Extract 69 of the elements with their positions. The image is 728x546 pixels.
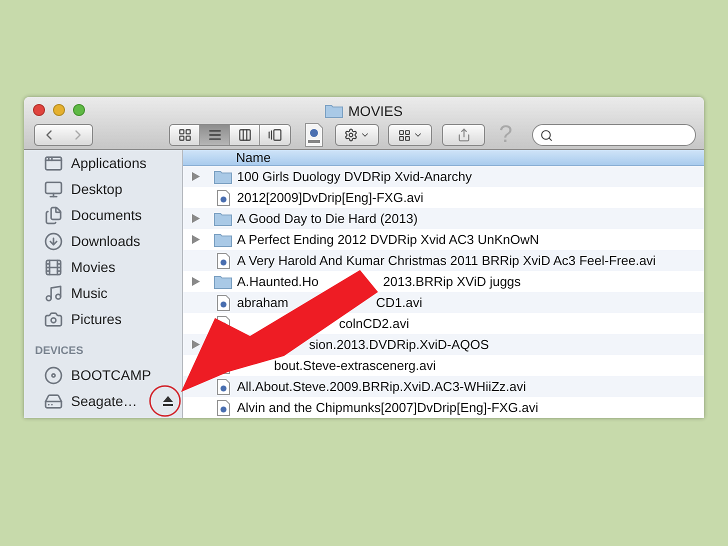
video-file-icon <box>216 294 230 310</box>
file-name[interactable]: bout.Steve-extrascenerg.avi <box>274 356 436 376</box>
jpeg-file-icon[interactable] <box>305 123 323 147</box>
window-title: MOVIES <box>348 102 403 120</box>
folder-icon <box>214 232 232 246</box>
sidebar-item[interactable]: Music <box>71 282 108 304</box>
disk-icon <box>44 366 63 384</box>
view-mode-button[interactable] <box>170 125 200 145</box>
arrange-menu-button[interactable] <box>388 124 432 146</box>
close-button[interactable] <box>33 104 45 116</box>
monitor-icon <box>44 180 63 198</box>
search-icon <box>540 128 554 142</box>
share-button[interactable] <box>442 124 485 146</box>
file-name[interactable]: Alvin and the Chipmunks[2007]DvDrip[Eng]-FXG.avi <box>237 398 538 418</box>
sidebar-item[interactable]: Downloads <box>71 230 140 252</box>
eject-icon[interactable] <box>162 395 174 407</box>
view-mode-button[interactable] <box>200 125 230 145</box>
minimize-button[interactable] <box>53 104 65 116</box>
back-forward-control[interactable] <box>34 124 93 146</box>
file-name[interactable]: A.Haunted.Ho <box>237 272 319 292</box>
disclosure-triangle-icon[interactable] <box>192 214 200 223</box>
file-name[interactable]: CD1.avi <box>376 292 422 312</box>
file-name[interactable]: abraham <box>237 292 288 312</box>
columns-icon <box>238 128 252 142</box>
download-icon <box>44 232 63 250</box>
sidebar-item[interactable]: Pictures <box>71 308 122 330</box>
file-name[interactable]: colnCD2.avi <box>339 314 410 334</box>
grid-icon <box>398 128 410 142</box>
video-file-icon <box>216 190 230 206</box>
view-mode-button[interactable] <box>230 125 260 145</box>
sidebar-item[interactable]: BOOTCAMP <box>71 364 152 386</box>
camera-icon <box>44 310 63 328</box>
gear-icon <box>344 128 358 142</box>
list-icon <box>208 128 222 142</box>
video-file-icon <box>216 252 230 268</box>
share-icon <box>456 128 470 142</box>
sidebar-item[interactable]: Seagate… <box>71 390 138 412</box>
film-icon <box>44 258 63 276</box>
sidebar-item[interactable]: Applications <box>71 152 146 174</box>
action-menu-button[interactable] <box>335 124 379 146</box>
file-name[interactable]: 2012[2009]DvDrip[Eng]-FXG.avi <box>237 188 424 208</box>
name-column-header[interactable]: Name <box>183 150 704 166</box>
search-field[interactable] <box>532 124 696 146</box>
highlight-ring <box>149 385 181 417</box>
disclosure-triangle-icon[interactable] <box>192 340 200 349</box>
grid-icon <box>178 128 192 142</box>
app-window-icon <box>44 154 63 172</box>
sidebar-item[interactable]: Movies <box>71 256 116 278</box>
sidebar-item[interactable]: Documents <box>71 204 142 226</box>
folder-icon <box>325 104 344 118</box>
hard-drive-icon <box>44 392 63 410</box>
view-mode-control[interactable] <box>169 124 291 146</box>
disclosure-triangle-icon[interactable] <box>192 235 200 244</box>
view-mode-button[interactable] <box>260 125 290 145</box>
video-file-icon <box>216 378 230 394</box>
file-name[interactable]: 2013.BRRip XViD juggs <box>383 272 521 292</box>
disclosure-triangle-icon[interactable] <box>192 277 200 286</box>
documents-icon <box>44 206 63 224</box>
disclosure-triangle-icon[interactable] <box>192 172 200 181</box>
folder-icon <box>214 212 232 226</box>
zoom-button[interactable] <box>73 104 85 116</box>
file-name[interactable]: A Perfect Ending 2012 DVDRip Xvid AC3 UnKnOwN <box>237 230 540 250</box>
folder-icon <box>214 274 232 288</box>
video-file-icon <box>216 400 230 416</box>
section-heading: DEVICES <box>35 344 84 358</box>
coverflow-icon <box>268 128 282 142</box>
folder-icon <box>214 170 232 184</box>
music-note-icon <box>44 284 63 302</box>
sidebar-item[interactable]: Desktop <box>71 178 122 200</box>
